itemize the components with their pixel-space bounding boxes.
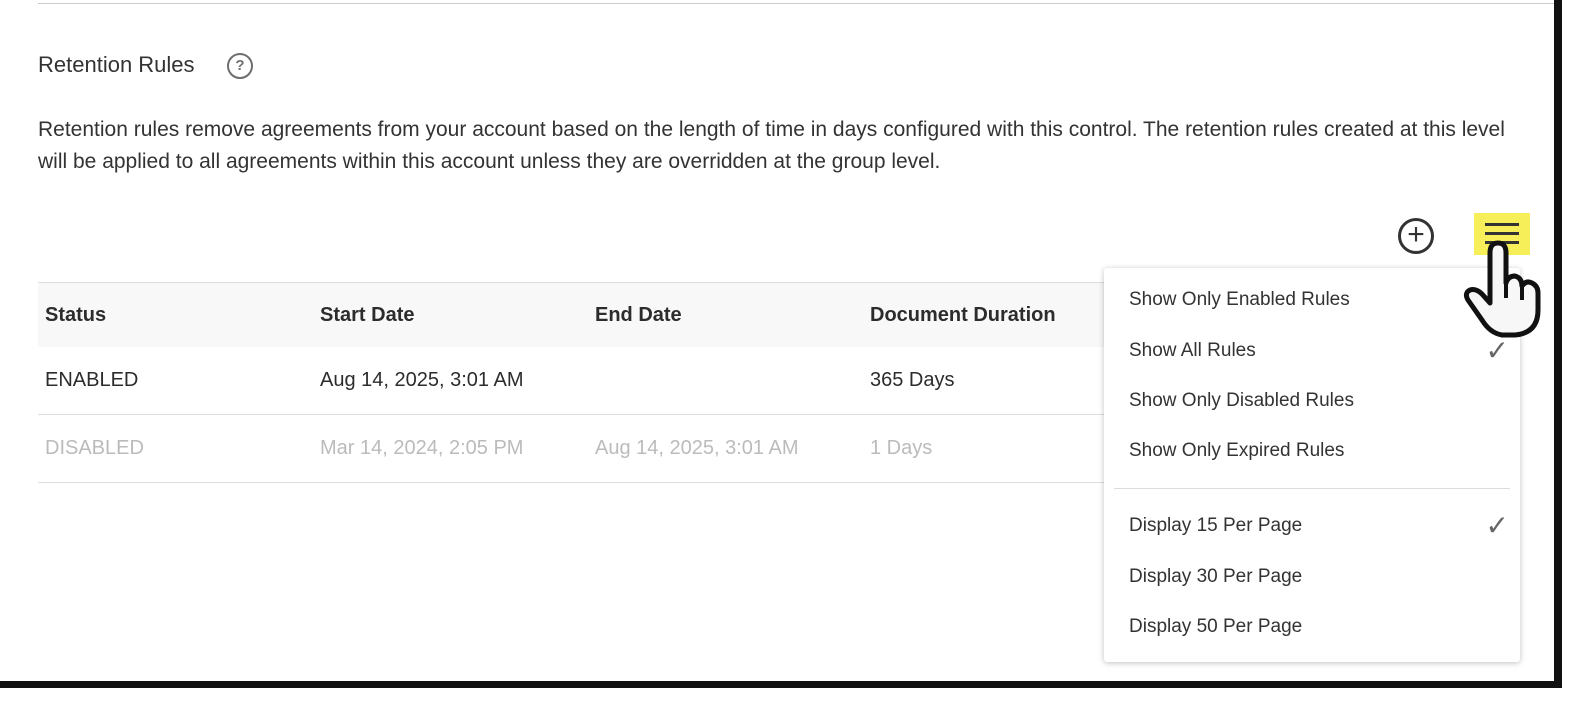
table-row[interactable]: DISABLED Mar 14, 2024, 2:05 PM Aug 14, 2… [38, 415, 1138, 483]
cell-duration: 365 Days [870, 369, 955, 391]
menu-label: Display 30 Per Page [1129, 566, 1303, 587]
column-end-date[interactable]: End Date [588, 304, 863, 327]
menu-item-expired[interactable]: Show Only Expired Rules [1129, 440, 1499, 462]
question-circle-icon[interactable]: ? [227, 53, 253, 79]
column-status[interactable]: Status [38, 304, 313, 327]
column-document-duration[interactable]: Document Duration [863, 304, 1138, 327]
rules-table: Status Start Date End Date Document Dura… [38, 282, 1138, 483]
filter-menu: Show Only Enabled Rules Show All Rules ✓ … [1104, 268, 1520, 662]
table-header: Status Start Date End Date Document Dura… [38, 282, 1138, 347]
menu-item-50-per-page[interactable]: Display 50 Per Page [1129, 616, 1499, 638]
add-rule-button[interactable]: + [1398, 218, 1434, 254]
cell-duration: 1 Days [870, 437, 933, 459]
menu-item-disabled[interactable]: Show Only Disabled Rules [1129, 390, 1499, 412]
description: Retention rules remove agreements from y… [38, 118, 1505, 173]
menu-divider [1114, 488, 1510, 489]
menu-label: Show Only Expired Rules [1129, 440, 1345, 461]
checkmark-icon: ✓ [1485, 335, 1509, 366]
menu-label: Show All Rules [1129, 340, 1256, 361]
menu-label: Show Only Enabled Rules [1129, 289, 1350, 310]
menu-label: Show Only Disabled Rules [1129, 390, 1354, 411]
cell-start-date: Mar 14, 2024, 2:05 PM [320, 437, 524, 459]
page-title: Retention Rules [38, 52, 195, 77]
menu-item-30-per-page[interactable]: Display 30 Per Page [1129, 566, 1499, 588]
cell-status: DISABLED [45, 437, 144, 459]
checkmark-icon: ✓ [1485, 510, 1509, 541]
page-frame: Retention Rules ? Retention rules remove… [0, 0, 1562, 688]
divider [38, 3, 1554, 4]
cell-status: ENABLED [45, 369, 139, 391]
plus-circle-icon: + [1407, 218, 1425, 251]
column-start-date[interactable]: Start Date [313, 304, 588, 327]
menu-item-15-per-page[interactable]: Display 15 Per Page ✓ [1129, 510, 1509, 541]
menu-item-all[interactable]: Show All Rules ✓ [1129, 335, 1509, 366]
menu-item-enabled[interactable]: Show Only Enabled Rules [1129, 289, 1499, 311]
table-row[interactable]: ENABLED Aug 14, 2025, 3:01 AM 365 Days [38, 347, 1138, 415]
menu-label: Display 50 Per Page [1129, 616, 1303, 637]
hand-cursor-icon [1463, 240, 1541, 338]
cell-start-date: Aug 14, 2025, 3:01 AM [320, 369, 524, 391]
cell-end-date: Aug 14, 2025, 3:01 AM [595, 437, 799, 459]
menu-label: Display 15 Per Page [1129, 515, 1303, 536]
